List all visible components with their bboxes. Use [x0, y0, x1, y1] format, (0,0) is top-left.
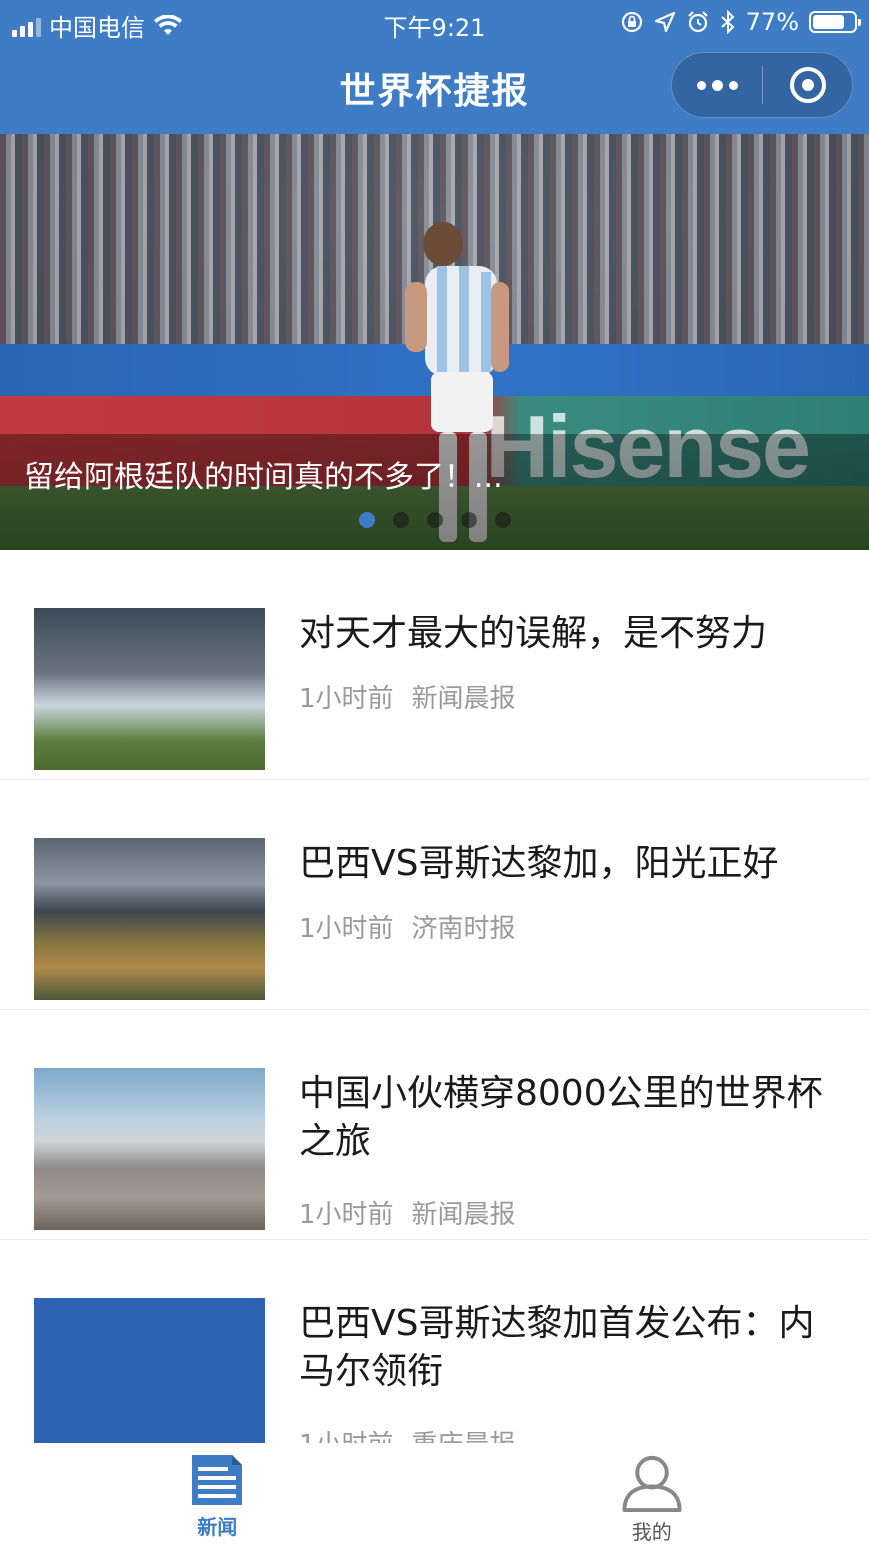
- news-list: 对天才最大的误解，是不努力 1小时前 新闻晨报 巴西VS哥斯达黎加，阳光正好 1小时前济…: [0, 550, 869, 1470]
- news-item[interactable]: 巴西VS哥斯达黎加首发公布：内马尔领衔1小时前重庆晨报: [0, 1240, 869, 1470]
- battery-percent: 77%: [745, 8, 799, 36]
- news-icon: [192, 1455, 243, 1505]
- carousel-dot[interactable]: [460, 512, 477, 528]
- banner-caption[interactable]: 留给阿根廷队的时间真的不多了！...: [24, 452, 503, 496]
- carousel-dot[interactable]: [494, 512, 511, 528]
- mini-program-capsule: [671, 52, 853, 118]
- bluetooth-icon: [720, 10, 735, 34]
- news-thumbnail: [34, 1068, 265, 1230]
- news-source: 济南时报: [411, 914, 516, 944]
- news-time: 1小时前: [299, 684, 394, 714]
- carousel-dot[interactable]: [392, 512, 409, 528]
- news-item[interactable]: 中国小伙横穿8000公里的世界杯之旅 1小时前 新闻晨报: [0, 1010, 869, 1240]
- tab-profile-label: 我的: [631, 1520, 672, 1544]
- status-bar: 中国电信 下午9:21 77%: [0, 0, 869, 44]
- news-title: 对天才最大的误解，是不努力: [299, 613, 768, 654]
- news-title: 巴西VS哥斯达黎加首发公布：内马尔领衔: [299, 1303, 815, 1392]
- orientation-lock-icon: [621, 11, 642, 33]
- news-time: 1小时前: [299, 914, 394, 944]
- news-time: 1小时前: [299, 1200, 394, 1230]
- carousel-indicator: [0, 512, 869, 528]
- tab-profile[interactable]: 我的: [435, 1443, 869, 1545]
- news-item[interactable]: 对天才最大的误解，是不努力 1小时前 新闻晨报: [0, 550, 869, 780]
- alarm-icon: [687, 11, 708, 33]
- carousel-dot[interactable]: [426, 512, 443, 528]
- news-thumbnail: [34, 1298, 265, 1460]
- location-icon: [654, 11, 675, 33]
- news-thumbnail: [34, 608, 265, 770]
- close-icon[interactable]: [763, 53, 852, 117]
- news-item[interactable]: 巴西VS哥斯达黎加，阳光正好 1小时前 济南时报: [0, 780, 869, 1010]
- news-meta: 1小时前 新闻晨报: [299, 1194, 516, 1231]
- tab-bar: 新闻 我的: [0, 1443, 869, 1545]
- news-title: 中国小伙横穿8000公里的世界杯之旅: [299, 1073, 823, 1162]
- news-title: 巴西VS哥斯达黎加，阳光正好: [299, 843, 779, 884]
- top-bar: 中国电信 下午9:21 77% 世界杯捷报: [0, 0, 869, 134]
- tab-news-label: 新闻: [197, 1515, 238, 1539]
- tab-news[interactable]: 新闻: [0, 1443, 435, 1545]
- hero-carousel[interactable]: Hisense 留给阿根廷队的时间真的不多了！...: [0, 134, 869, 550]
- news-source: 新闻晨报: [411, 1200, 516, 1230]
- more-icon[interactable]: [672, 53, 762, 117]
- battery-icon: [809, 11, 861, 33]
- news-source: 新闻晨报: [411, 684, 516, 714]
- profile-icon: [622, 1455, 682, 1512]
- news-meta: 1小时前 新闻晨报: [299, 678, 516, 715]
- carousel-dot[interactable]: [358, 512, 375, 528]
- news-meta: 1小时前 济南时报: [299, 908, 516, 945]
- news-thumbnail: [34, 838, 265, 1000]
